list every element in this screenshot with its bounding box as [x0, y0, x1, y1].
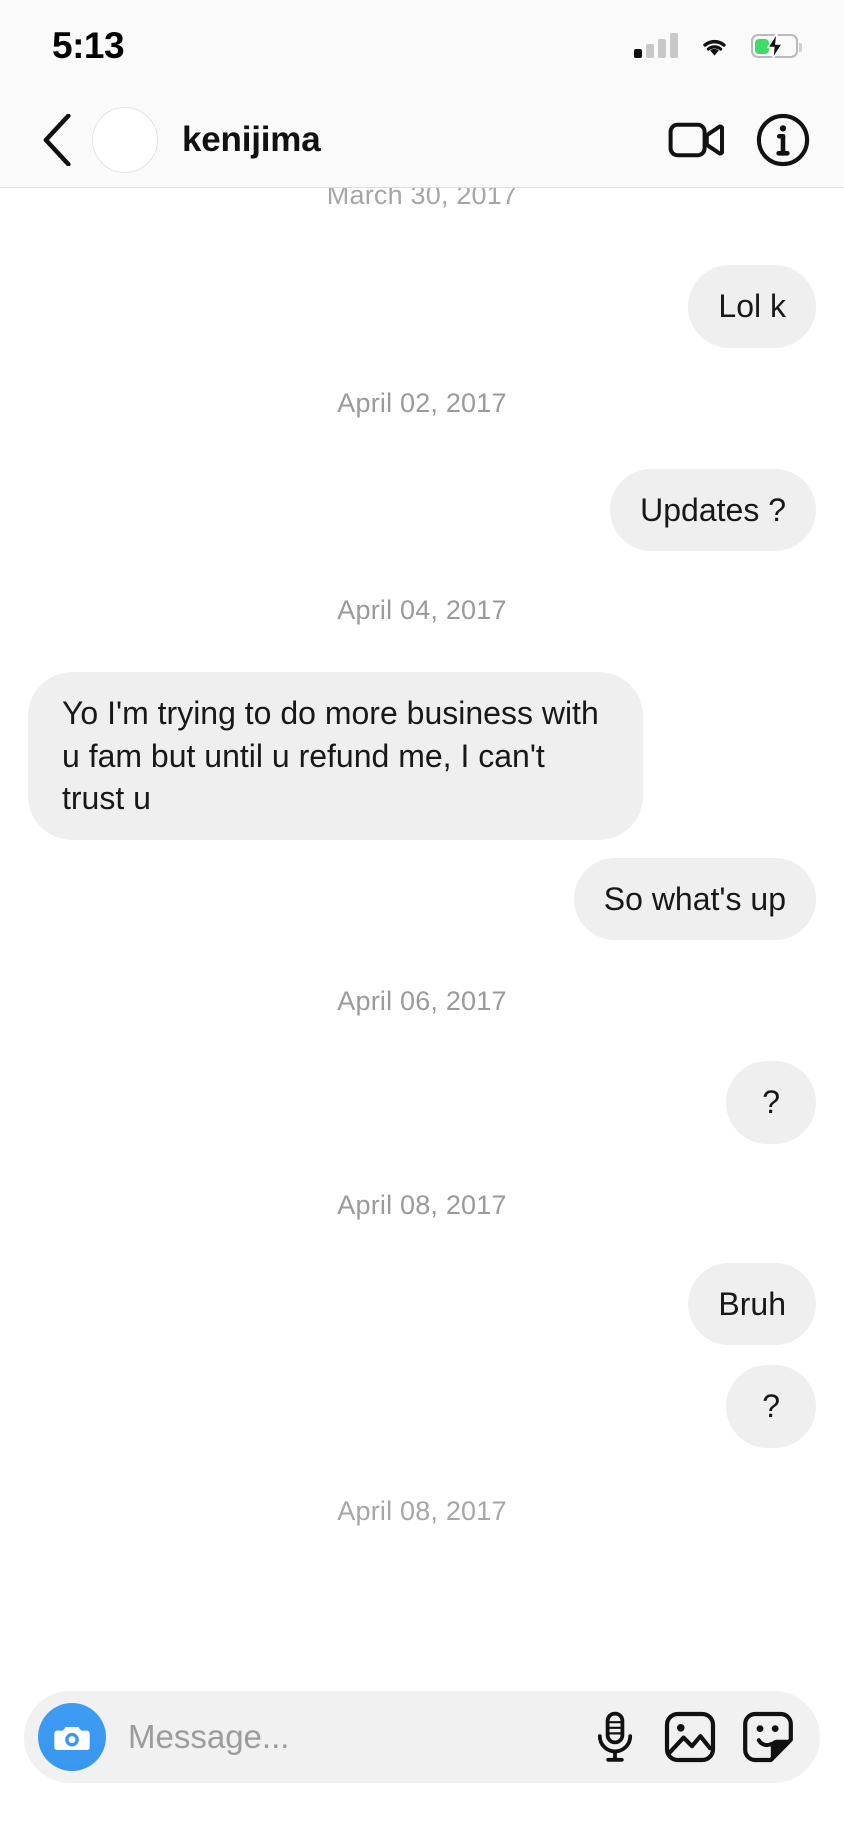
- message-input[interactable]: Message...: [128, 1718, 592, 1756]
- incoming-message-bubble[interactable]: Yo I'm trying to do more business with u…: [28, 672, 643, 840]
- message-row: Updates ?: [28, 468, 816, 552]
- message-row: So what's up: [28, 857, 816, 941]
- wifi-icon: [703, 39, 726, 56]
- message-row: Bruh: [28, 1262, 816, 1346]
- header-actions: [668, 113, 810, 167]
- status-bar-indicators: [634, 33, 802, 59]
- video-camera-icon: [668, 122, 724, 157]
- page-title[interactable]: kenijima: [182, 120, 321, 160]
- date-separator: April 02, 2017: [337, 387, 507, 418]
- back-button[interactable]: [30, 112, 86, 168]
- sticker-button[interactable]: [742, 1711, 794, 1763]
- date-separator: March 30, 2017: [326, 188, 518, 210]
- status-bar: 5:13: [0, 0, 844, 92]
- info-circle-icon: [756, 113, 810, 166]
- camera-button[interactable]: [38, 1703, 106, 1771]
- microphone-icon: [597, 1711, 633, 1762]
- instagram-direct-message-screen: 5:13 kenijima March 30, 2017 Lol k April…: [0, 0, 844, 1827]
- status-bar-time: 5:13: [52, 25, 125, 66]
- outgoing-message-bubble[interactable]: Updates ?: [610, 468, 816, 552]
- info-button[interactable]: [756, 113, 810, 167]
- outgoing-message-bubble[interactable]: So what's up: [573, 857, 816, 941]
- outgoing-message-bubble[interactable]: ?: [726, 1061, 816, 1144]
- gallery-button[interactable]: [664, 1711, 716, 1763]
- outgoing-message-bubble[interactable]: ?: [726, 1365, 816, 1448]
- sticker-face-icon: [743, 1711, 793, 1763]
- message-row: ?: [28, 1061, 816, 1144]
- avatar[interactable]: [92, 106, 158, 173]
- chevron-left-icon: [43, 113, 71, 166]
- charging-bolt-icon: [765, 33, 784, 59]
- composer-actions: [592, 1711, 794, 1763]
- date-separator: April 04, 2017: [337, 595, 507, 626]
- conversation-header: kenijima: [0, 92, 844, 188]
- message-composer: Message...: [0, 1677, 844, 1827]
- date-separator: April 08, 2017: [337, 1495, 507, 1526]
- camera-icon: [54, 1727, 90, 1750]
- message-row: Lol k: [28, 265, 816, 348]
- voice-message-button[interactable]: [592, 1711, 638, 1763]
- message-thread[interactable]: March 30, 2017 Lol k April 02, 2017 Updates…: [0, 188, 844, 1827]
- photo-gallery-icon: [664, 1711, 716, 1763]
- video-call-button[interactable]: [668, 120, 724, 160]
- battery-charging-icon: [751, 33, 802, 59]
- message-row: ?: [28, 1365, 816, 1448]
- cellular-signal-icon: [634, 33, 678, 58]
- date-separator: April 06, 2017: [337, 986, 507, 1017]
- composer-bar: Message...: [24, 1691, 820, 1783]
- outgoing-message-bubble[interactable]: Bruh: [688, 1262, 816, 1346]
- outgoing-message-bubble[interactable]: Lol k: [688, 265, 816, 348]
- message-row: Yo I'm trying to do more business with u…: [28, 672, 816, 840]
- date-separator: April 08, 2017: [337, 1189, 507, 1220]
